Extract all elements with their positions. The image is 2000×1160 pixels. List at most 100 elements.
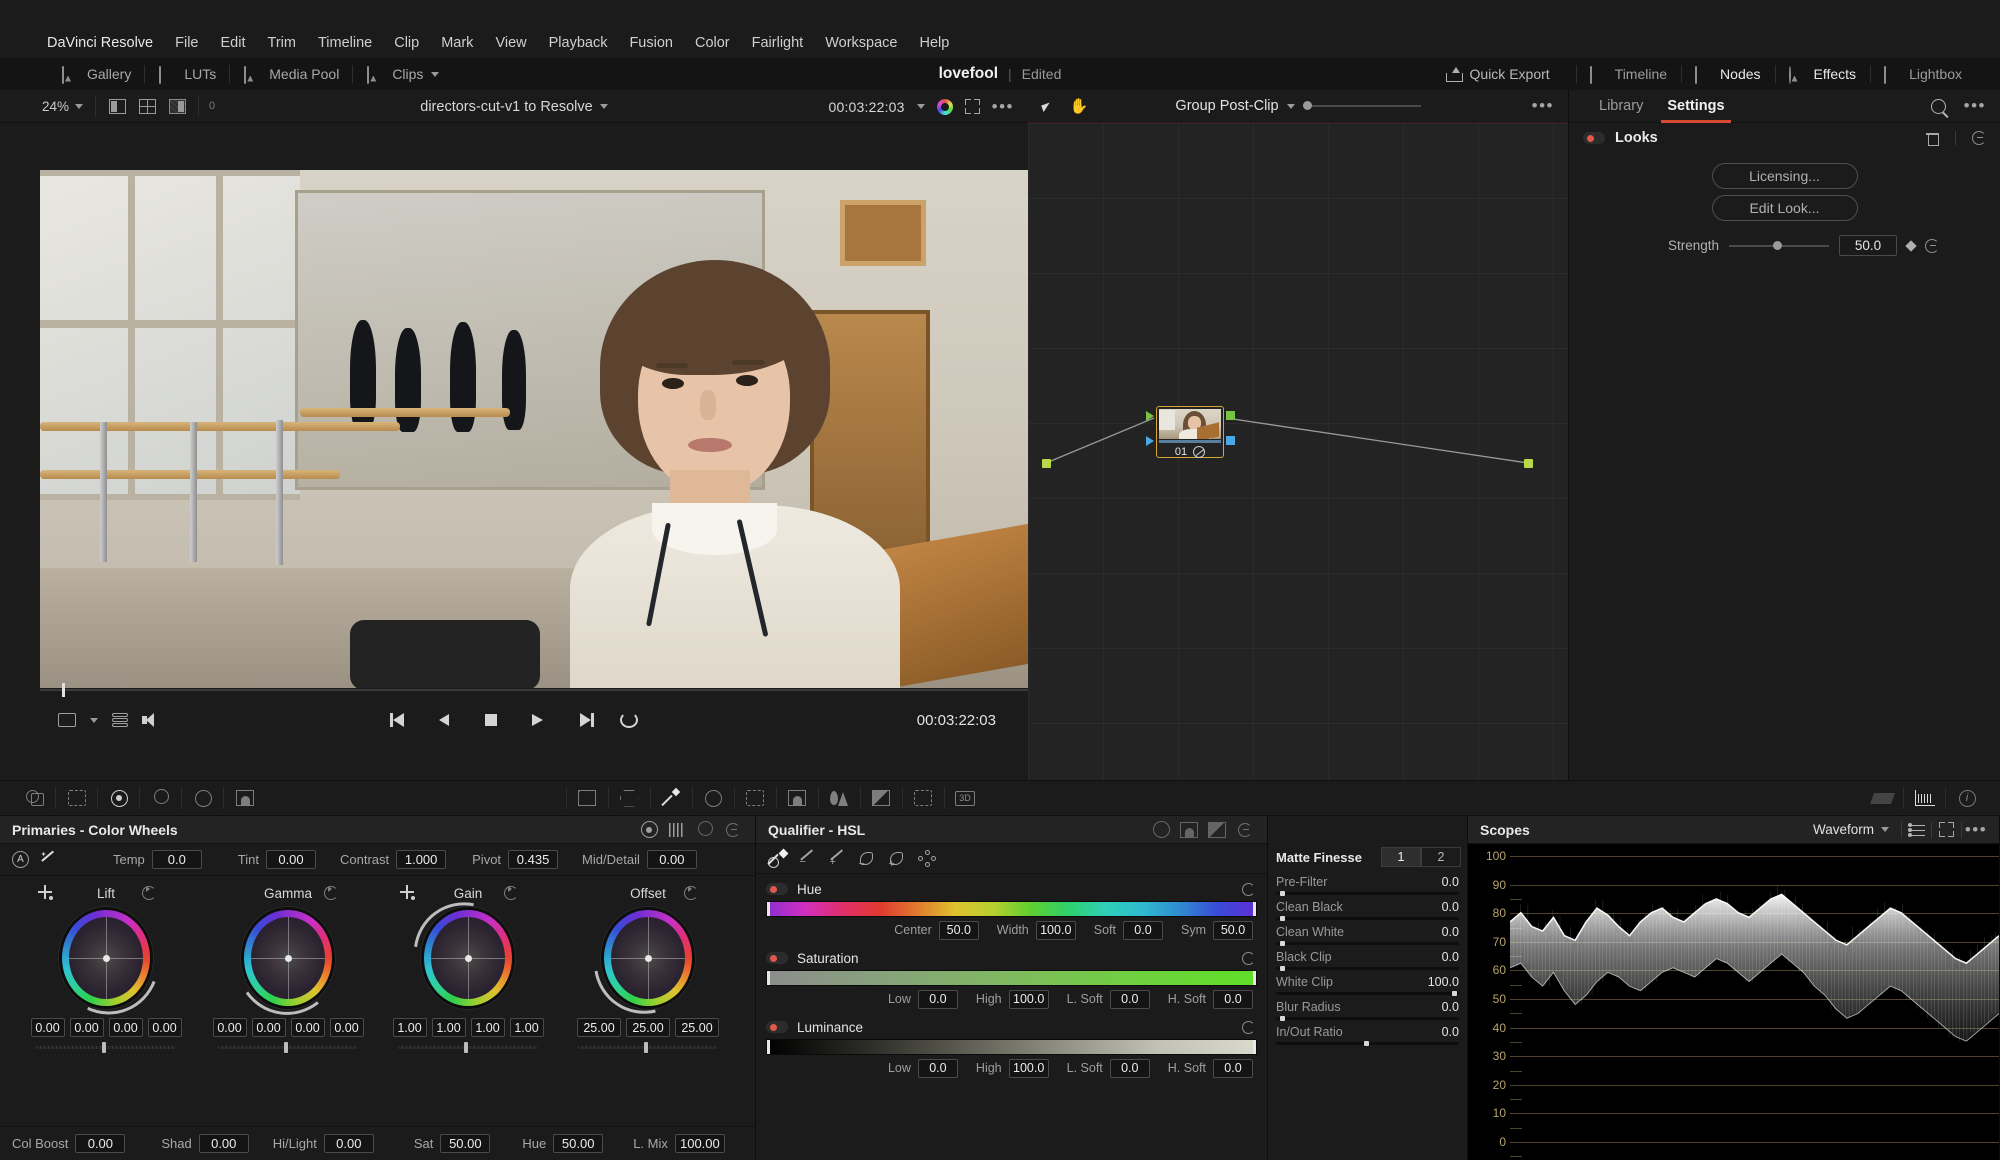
in-out-ratio-param[interactable]: In/Out Ratio 0.0 — [1268, 1020, 1467, 1046]
gamma-r-value[interactable]: 0.00 — [251, 1018, 286, 1037]
hilight-control[interactable]: Hi/Light 0.00 — [273, 1134, 374, 1153]
last-frame-button[interactable] — [574, 712, 594, 728]
effects-toggle-button[interactable]: Effects — [1774, 59, 1871, 89]
clean-white-slider[interactable] — [1276, 941, 1459, 946]
lift-b-value[interactable]: 0.00 — [147, 1018, 182, 1037]
node-disable-icon[interactable] — [1193, 445, 1206, 458]
gallery-button[interactable]: Gallery — [48, 59, 146, 89]
timeline-toggle-button[interactable]: Timeline — [1575, 59, 1681, 89]
lift-wheel[interactable] — [35, 885, 177, 1031]
scopes-icon[interactable] — [1904, 781, 1946, 815]
hue-reset-icon[interactable] — [1242, 882, 1255, 896]
scope-options-icon[interactable]: ••• — [1961, 817, 1991, 843]
play-button[interactable] — [528, 712, 548, 728]
menu-item-color[interactable]: Color — [684, 33, 741, 53]
keyframe-icon[interactable] — [1905, 239, 1917, 252]
luminance-high-field[interactable]: High 100.0 — [976, 1058, 1049, 1078]
auto-balance-icon[interactable]: A — [12, 851, 29, 868]
fullscreen-icon[interactable] — [964, 99, 980, 114]
camera-raw-icon[interactable] — [14, 781, 56, 815]
saturation-range-bar[interactable] — [766, 970, 1257, 986]
col-boost-control[interactable]: Col Boost 0.00 — [12, 1134, 126, 1153]
saturation-hsoft-value[interactable]: 0.0 — [1213, 989, 1253, 1009]
gain-wheel[interactable] — [391, 880, 545, 1036]
hue-range-bar[interactable] — [766, 901, 1257, 917]
scope-settings-icon[interactable] — [1901, 817, 1931, 843]
luminance-enable-toggle[interactable] — [766, 1021, 788, 1033]
primaries-log-mode-icon[interactable] — [691, 817, 719, 843]
first-frame-button[interactable] — [390, 712, 410, 728]
sizing-icon[interactable] — [902, 781, 944, 815]
luminance-low-value[interactable]: 0.0 — [917, 1058, 958, 1078]
offset-reset-icon[interactable] — [684, 886, 698, 900]
saturation-low-field[interactable]: Low 0.0 — [888, 989, 958, 1009]
playhead[interactable] — [62, 683, 65, 697]
viewer-canvas[interactable] — [0, 123, 1028, 703]
tint-control[interactable]: Tint 0.00 — [238, 850, 316, 869]
scope-fullscreen-icon[interactable] — [1931, 817, 1961, 843]
luminance-hsoft-field[interactable]: H. Soft 0.0 — [1168, 1058, 1253, 1078]
pivot-value[interactable]: 0.435 — [508, 850, 559, 869]
gain-g-value[interactable]: 1.00 — [470, 1018, 505, 1037]
gamma-wheel[interactable] — [227, 894, 349, 1022]
media-pool-button[interactable]: Media Pool — [230, 59, 354, 89]
gamma-master-slider[interactable] — [218, 1042, 358, 1053]
luminance-lsoft-value[interactable]: 0.0 — [1109, 1058, 1150, 1078]
picker-plus-icon[interactable]: + — [822, 846, 852, 872]
black-clip-param[interactable]: Black Clip 0.0 — [1268, 945, 1467, 971]
softness-minus-icon[interactable]: − — [852, 846, 882, 872]
chevron-down-icon[interactable] — [916, 104, 925, 109]
luts-button[interactable]: LUTs — [145, 59, 231, 89]
tracker-icon[interactable] — [734, 781, 776, 815]
color-warper-icon[interactable] — [608, 781, 650, 815]
gain-master-slider[interactable] — [398, 1042, 538, 1053]
luminance-lsoft-field[interactable]: L. Soft 0.0 — [1067, 1058, 1150, 1078]
menu-item-playback[interactable]: Playback — [538, 33, 619, 53]
hilight-value[interactable]: 0.00 — [323, 1134, 374, 1153]
hue-center-field[interactable]: Center 50.0 — [894, 920, 979, 940]
gain-r-value[interactable]: 1.00 — [431, 1018, 466, 1037]
search-icon[interactable] — [1930, 98, 1946, 114]
gamma-b-value[interactable]: 0.00 — [329, 1018, 364, 1037]
hue-sym-field[interactable]: Sym 50.0 — [1181, 920, 1253, 940]
strength-value[interactable]: 50.0 — [1839, 235, 1897, 256]
power-windows-icon[interactable] — [692, 781, 734, 815]
node-key-output-port[interactable] — [1226, 436, 1235, 445]
lift-picker-icon[interactable] — [38, 885, 53, 900]
hue-value[interactable]: 50.00 — [553, 1134, 604, 1153]
mid-detail-value[interactable]: 0.00 — [646, 850, 697, 869]
curves-icon[interactable] — [566, 781, 608, 815]
node-rgb-output-port[interactable] — [1226, 411, 1235, 420]
magic-mask-icon[interactable] — [776, 781, 818, 815]
scope-mode-dropdown[interactable]: Waveform — [1813, 822, 1901, 837]
menu-item-fusion[interactable]: Fusion — [618, 33, 684, 53]
quick-export-button[interactable]: Quick Export — [1445, 66, 1576, 82]
sat-control[interactable]: Sat 50.00 — [414, 1134, 491, 1153]
lmix-value[interactable]: 100.00 — [674, 1134, 725, 1153]
menu-item-file[interactable]: File — [164, 33, 209, 53]
inspector-options-icon[interactable]: ••• — [1964, 97, 1986, 114]
menu-item-fairlight[interactable]: Fairlight — [741, 33, 815, 53]
reset-icon[interactable] — [1972, 131, 1986, 145]
gain-b-value[interactable]: 1.00 — [509, 1018, 544, 1037]
pivot-control[interactable]: Pivot 0.435 — [472, 850, 559, 869]
hue-width-value[interactable]: 100.0 — [1035, 920, 1076, 940]
saturation-enable-toggle[interactable] — [766, 952, 788, 964]
color-wheel-icon[interactable] — [936, 98, 953, 115]
clean-white-param[interactable]: Clean White 0.0 — [1268, 920, 1467, 946]
qualifier-highlight-icon[interactable] — [1147, 817, 1175, 843]
black-clip-slider[interactable] — [1276, 966, 1459, 971]
gain-reset-icon[interactable] — [504, 886, 518, 900]
menu-item-help[interactable]: Help — [908, 33, 960, 53]
loop-button[interactable] — [620, 712, 638, 728]
node-mode-dropdown[interactable]: Group Post-Clip — [1028, 98, 1568, 114]
strength-slider[interactable] — [1729, 240, 1829, 250]
lift-y-value[interactable]: 0.00 — [30, 1018, 65, 1037]
key-icon[interactable] — [860, 781, 902, 815]
tint-value[interactable]: 0.00 — [266, 850, 316, 869]
clean-black-slider[interactable] — [1276, 916, 1459, 921]
node-options-icon[interactable]: ••• — [1532, 97, 1554, 114]
contrast-value[interactable]: 1.000 — [396, 850, 447, 869]
source-node-port[interactable] — [1042, 459, 1051, 468]
gain-y-value[interactable]: 1.00 — [392, 1018, 427, 1037]
